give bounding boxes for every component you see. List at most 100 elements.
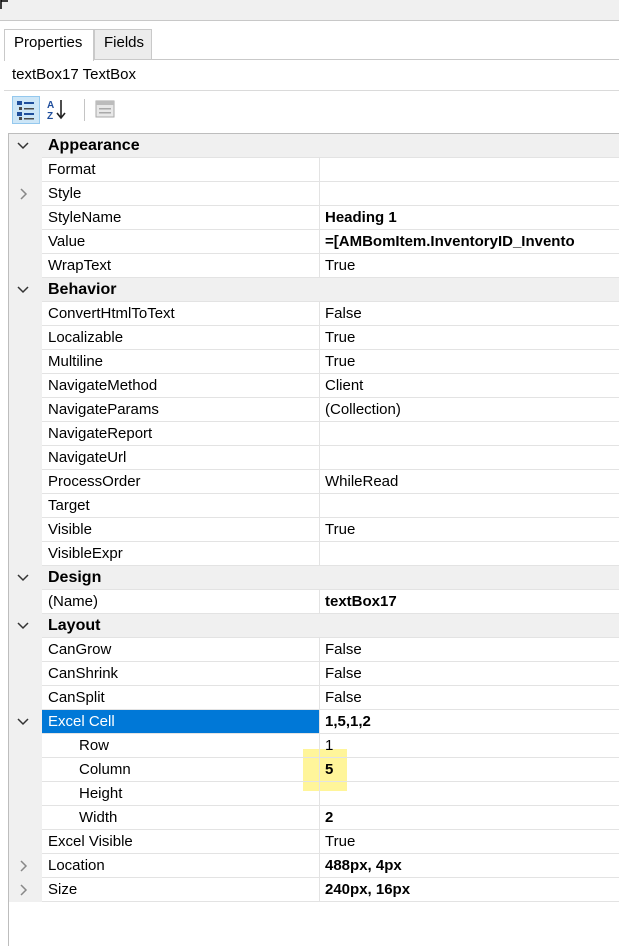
property-value[interactable]: 1: [320, 734, 619, 758]
category-label[interactable]: Design: [42, 566, 320, 590]
category-row[interactable]: Appearance: [9, 134, 619, 158]
property-row[interactable]: Excel Visible True: [9, 830, 619, 854]
property-name[interactable]: NavigateMethod: [42, 374, 320, 398]
property-name[interactable]: Column: [42, 758, 320, 782]
property-name[interactable]: CanGrow: [42, 638, 320, 662]
property-value[interactable]: WhileRead: [320, 470, 619, 494]
property-row[interactable]: CanGrow False: [9, 638, 619, 662]
property-row[interactable]: Value =[AMBomItem.InventoryID_Invento: [9, 230, 619, 254]
property-name[interactable]: NavigateReport: [42, 422, 320, 446]
category-label[interactable]: Behavior: [42, 278, 320, 302]
property-value[interactable]: True: [320, 254, 619, 278]
property-name[interactable]: Target: [42, 494, 320, 518]
property-name[interactable]: NavigateUrl: [42, 446, 320, 470]
property-row[interactable]: CanSplit False: [9, 686, 619, 710]
property-name[interactable]: CanShrink: [42, 662, 320, 686]
categorized-button[interactable]: [12, 96, 40, 124]
category-row[interactable]: Design: [9, 566, 619, 590]
property-row[interactable]: (Name) textBox17: [9, 590, 619, 614]
property-value[interactable]: [320, 494, 619, 518]
property-name[interactable]: (Name): [42, 590, 320, 614]
property-name[interactable]: Size: [42, 878, 320, 902]
property-value[interactable]: textBox17: [320, 590, 619, 614]
property-name[interactable]: Format: [42, 158, 320, 182]
property-name[interactable]: Height: [42, 782, 320, 806]
property-name[interactable]: Location: [42, 854, 320, 878]
property-row[interactable]: WrapText True: [9, 254, 619, 278]
property-value[interactable]: False: [320, 638, 619, 662]
chevron-down-icon[interactable]: [15, 618, 31, 634]
property-row[interactable]: Visible True: [9, 518, 619, 542]
property-value[interactable]: Heading 1: [320, 206, 619, 230]
property-row[interactable]: NavigateUrl: [9, 446, 619, 470]
property-name[interactable]: Row: [42, 734, 320, 758]
property-value[interactable]: [320, 158, 619, 182]
property-row[interactable]: StyleName Heading 1: [9, 206, 619, 230]
property-name[interactable]: WrapText: [42, 254, 320, 278]
category-label[interactable]: Appearance: [42, 134, 320, 158]
property-name[interactable]: Localizable: [42, 326, 320, 350]
property-value[interactable]: False: [320, 686, 619, 710]
property-value[interactable]: False: [320, 662, 619, 686]
property-row[interactable]: NavigateReport: [9, 422, 619, 446]
property-row[interactable]: Excel Cell 1,5,1,2: [9, 710, 619, 734]
property-value[interactable]: (Collection): [320, 398, 619, 422]
property-value[interactable]: [320, 782, 619, 806]
chevron-down-icon[interactable]: [15, 138, 31, 154]
property-value[interactable]: 240px, 16px: [320, 878, 619, 902]
property-row[interactable]: NavigateParams (Collection): [9, 398, 619, 422]
property-name[interactable]: Width: [42, 806, 320, 830]
selected-object-title[interactable]: textBox17 TextBox: [12, 66, 136, 83]
property-name[interactable]: NavigateParams: [42, 398, 320, 422]
property-name[interactable]: StyleName: [42, 206, 320, 230]
property-name[interactable]: ConvertHtmlToText: [42, 302, 320, 326]
property-row[interactable]: Target: [9, 494, 619, 518]
property-row[interactable]: ProcessOrder WhileRead: [9, 470, 619, 494]
property-value[interactable]: [320, 422, 619, 446]
property-value[interactable]: [320, 542, 619, 566]
property-row[interactable]: Size 240px, 16px: [9, 878, 619, 902]
category-row[interactable]: Behavior: [9, 278, 619, 302]
property-row[interactable]: NavigateMethod Client: [9, 374, 619, 398]
property-row[interactable]: Width 2: [9, 806, 619, 830]
property-row[interactable]: Height: [9, 782, 619, 806]
property-name[interactable]: ProcessOrder: [42, 470, 320, 494]
property-name[interactable]: Excel Visible: [42, 830, 320, 854]
chevron-down-icon[interactable]: [15, 570, 31, 586]
category-label[interactable]: Layout: [42, 614, 320, 638]
property-row[interactable]: Format: [9, 158, 619, 182]
property-row[interactable]: Localizable True: [9, 326, 619, 350]
chevron-down-icon[interactable]: [15, 282, 31, 298]
property-name[interactable]: Value: [42, 230, 320, 254]
property-name[interactable]: VisibleExpr: [42, 542, 320, 566]
property-value[interactable]: Client: [320, 374, 619, 398]
property-value[interactable]: 2: [320, 806, 619, 830]
property-value[interactable]: True: [320, 326, 619, 350]
category-row[interactable]: Layout: [9, 614, 619, 638]
property-value[interactable]: =[AMBomItem.InventoryID_Invento: [320, 230, 619, 254]
property-value[interactable]: 488px, 4px: [320, 854, 619, 878]
property-value[interactable]: False: [320, 302, 619, 326]
property-row[interactable]: Location 488px, 4px: [9, 854, 619, 878]
property-value[interactable]: [320, 182, 619, 206]
property-value[interactable]: 5: [320, 758, 619, 782]
property-row[interactable]: Column 5: [9, 758, 619, 782]
property-pages-button[interactable]: [92, 96, 120, 124]
property-name[interactable]: Style: [42, 182, 320, 206]
tab-properties[interactable]: Properties: [4, 29, 94, 61]
property-row[interactable]: Multiline True: [9, 350, 619, 374]
alphabetical-button[interactable]: A Z: [44, 96, 72, 124]
property-value[interactable]: True: [320, 518, 619, 542]
property-name[interactable]: Multiline: [42, 350, 320, 374]
property-name[interactable]: Excel Cell: [42, 710, 320, 734]
property-value[interactable]: True: [320, 350, 619, 374]
property-value[interactable]: [320, 446, 619, 470]
chevron-right-icon[interactable]: [15, 858, 31, 874]
property-row[interactable]: Row 1: [9, 734, 619, 758]
property-name[interactable]: CanSplit: [42, 686, 320, 710]
property-row[interactable]: VisibleExpr: [9, 542, 619, 566]
property-value[interactable]: 1,5,1,2: [320, 710, 619, 734]
property-row[interactable]: ConvertHtmlToText False: [9, 302, 619, 326]
property-name[interactable]: Visible: [42, 518, 320, 542]
property-row[interactable]: Style: [9, 182, 619, 206]
